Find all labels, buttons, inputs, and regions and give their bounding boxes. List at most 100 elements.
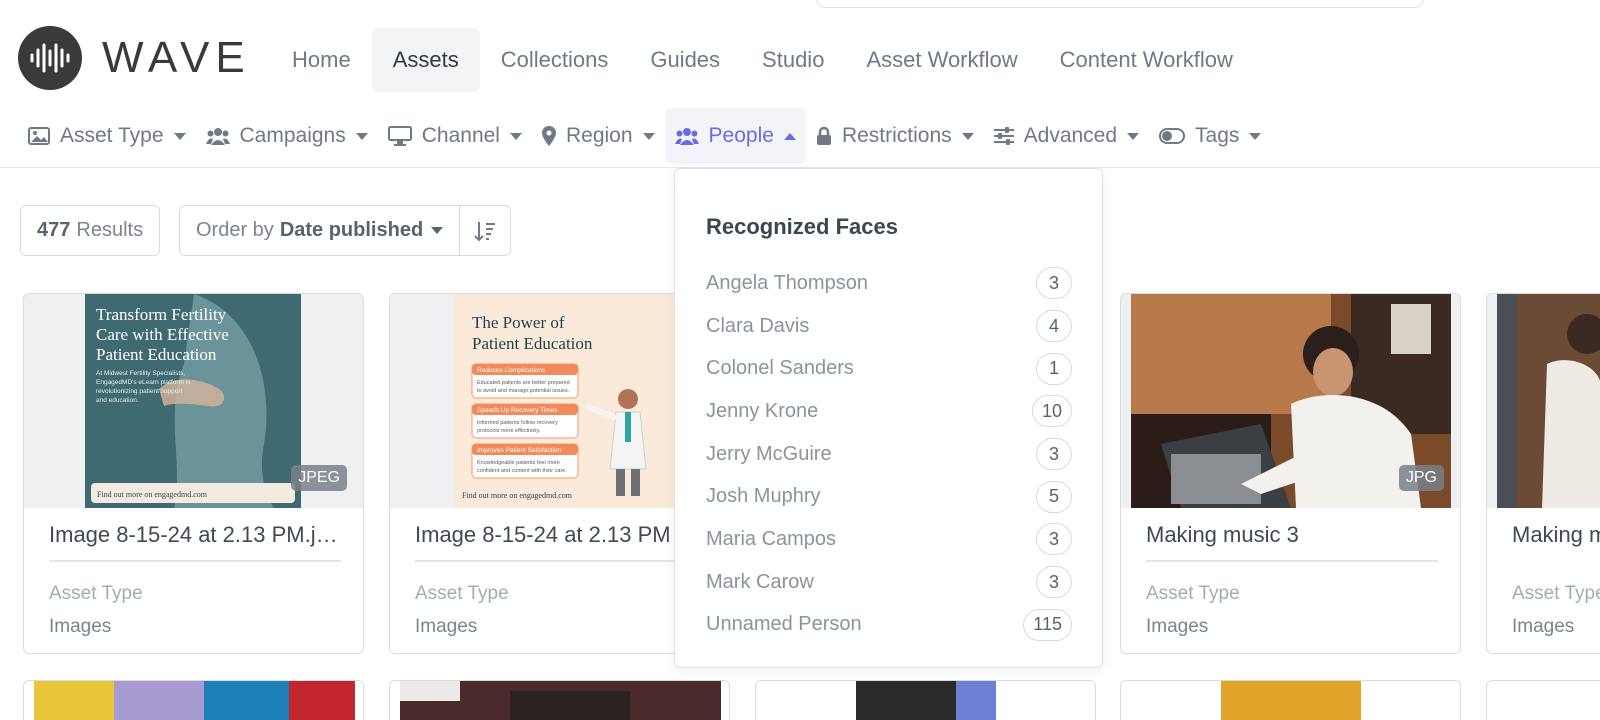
asset-meta-label: Asset Type — [1146, 583, 1240, 604]
filter-label: People — [708, 124, 774, 147]
filter-people[interactable]: People — [664, 108, 806, 164]
asset-title[interactable]: Image 8-15-24 at 2.13 PM ( — [415, 522, 707, 562]
filter-asset-type[interactable]: Asset Type — [18, 108, 196, 164]
person-count: 4 — [1036, 310, 1072, 343]
filter-region[interactable]: Region — [532, 108, 665, 164]
asset-card[interactable] — [1486, 680, 1600, 720]
asset-card[interactable]: Transform Fertility Care with Effective … — [23, 293, 364, 654]
asset-title[interactable]: Making music 3 — [1146, 522, 1438, 562]
filter-label: Campaigns — [239, 124, 346, 147]
asset-meta-value: Images — [1512, 616, 1575, 637]
person-count: 3 — [1036, 267, 1072, 300]
nav-home[interactable]: Home — [271, 28, 372, 92]
asset-thumbnail — [34, 681, 355, 720]
asset-card[interactable]: JPG Making music 3 Asset Type Images — [1120, 293, 1461, 654]
asset-card[interactable] — [389, 680, 730, 720]
asset-thumbnail[interactable] — [1487, 294, 1600, 508]
order-control: Order by Date published — [179, 205, 512, 256]
lock-icon — [816, 126, 831, 145]
person-option[interactable]: Angela Thompson 3 — [706, 262, 1072, 305]
thumb-body-4: and education. — [96, 397, 139, 404]
global-search-box[interactable] — [816, 0, 1424, 8]
nav-assets[interactable]: Assets — [371, 28, 480, 92]
filter-campaigns[interactable]: Campaigns — [196, 108, 378, 164]
sliders-icon — [993, 127, 1014, 145]
person-count: 5 — [1036, 480, 1072, 513]
person-name: Unnamed Person — [706, 613, 862, 636]
monitor-icon — [387, 126, 412, 146]
person-name: Jerry McGuire — [706, 442, 832, 465]
order-by-dropdown[interactable]: Order by Date published — [180, 206, 461, 255]
thumb-box-title: Reduces Complications — [477, 367, 546, 374]
filter-channel[interactable]: Channel — [378, 108, 532, 164]
asset-thumbnail — [856, 681, 996, 720]
thumb-headline-1: Transform Fertility — [96, 305, 227, 324]
order-value: Date published — [279, 219, 424, 241]
filter-tags[interactable]: Tags — [1149, 108, 1271, 164]
caret-down-icon — [961, 132, 974, 140]
brand-logo[interactable]: WAVE — [18, 26, 251, 90]
filter-label: Region — [565, 124, 633, 147]
asset-meta-value: Images — [1146, 616, 1209, 637]
person-name: Clara Davis — [706, 314, 810, 337]
caret-down-icon — [431, 227, 444, 234]
person-option[interactable]: Josh Muphry 5 — [706, 475, 1072, 518]
person-option[interactable]: Colonel Sanders 1 — [706, 347, 1072, 390]
thumb-box-title: Improves Patient Satisfaction — [477, 447, 562, 454]
sort-direction-button[interactable] — [460, 206, 510, 255]
asset-title[interactable]: Image 8-15-24 at 2.13 PM.j… — [49, 522, 341, 562]
asset-thumbnail — [1221, 681, 1361, 720]
results-label: Results — [76, 219, 144, 241]
asset-meta-label: Asset Type — [415, 583, 509, 604]
caret-down-icon — [509, 132, 522, 140]
filter-label: Channel — [421, 124, 500, 147]
person-option[interactable]: Maria Campos 3 — [706, 518, 1072, 561]
caret-down-icon — [1249, 132, 1262, 140]
asset-card[interactable] — [1120, 680, 1461, 720]
nav-guides[interactable]: Guides — [629, 28, 741, 92]
order-prefix: Order by — [196, 219, 274, 241]
results-number: 477 — [37, 219, 71, 241]
filter-bar: Asset Type Campaigns Channel Region Peop… — [0, 108, 1600, 168]
person-name: Josh Muphry — [706, 485, 821, 508]
caret-down-icon — [355, 132, 368, 140]
file-type-badge: JPEG — [291, 465, 347, 491]
thumb-box-line: protocols more effectively. — [477, 428, 541, 434]
person-option[interactable]: Jerry McGuire 3 — [706, 433, 1072, 476]
asset-meta-value: Images — [49, 616, 112, 637]
thumb-body-2: EngagedMD's eLearn platform is — [96, 379, 191, 386]
nav-collections[interactable]: Collections — [480, 28, 630, 92]
nav-content-workflow[interactable]: Content Workflow — [1039, 28, 1254, 92]
thumb-footer: Find out more on engagedmd.com — [462, 491, 573, 500]
asset-card[interactable] — [23, 680, 364, 720]
person-name: Angela Thompson — [706, 271, 868, 294]
filter-label: Advanced — [1023, 124, 1118, 147]
asset-card[interactable]: Making m Asset Type Images — [1486, 293, 1600, 654]
person-option[interactable]: Mark Carow 3 — [706, 561, 1072, 604]
nav-studio[interactable]: Studio — [741, 28, 845, 92]
thumb-box-line: Informed patients follow recovery — [477, 420, 558, 426]
caret-down-icon — [173, 132, 186, 140]
caret-down-icon — [1127, 132, 1140, 140]
toggle-icon — [1159, 128, 1186, 144]
asset-meta-label: Asset Type — [49, 583, 143, 604]
thumb-box-line: Knowledgeable patients feel more — [477, 460, 560, 466]
filter-restrictions[interactable]: Restrictions — [806, 108, 984, 164]
people-dropdown: Recognized Faces Angela Thompson 3 Clara … — [674, 168, 1103, 668]
person-option[interactable]: Clara Davis 4 — [706, 305, 1072, 348]
person-name: Mark Carow — [706, 570, 814, 593]
nav-asset-workflow[interactable]: Asset Workflow — [845, 28, 1038, 92]
filter-advanced[interactable]: Advanced — [984, 108, 1149, 164]
thumb-body-3: revolutionizing patient support — [96, 388, 183, 395]
file-type-badge: JPG — [1398, 465, 1444, 491]
filter-label: Restrictions — [841, 124, 952, 147]
asset-card[interactable] — [755, 680, 1096, 720]
person-count: 3 — [1036, 438, 1072, 471]
person-option[interactable]: Unnamed Person 115 — [706, 604, 1072, 647]
asset-title[interactable]: Making m — [1512, 522, 1600, 560]
thumb-box-title: Speeds Up Recovery Times — [477, 407, 558, 414]
person-option[interactable]: Jenny Krone 10 — [706, 390, 1072, 433]
dropdown-heading: Recognized Faces — [706, 214, 898, 239]
filter-label: Asset Type — [60, 124, 164, 147]
brand-name: WAVE — [102, 33, 251, 82]
